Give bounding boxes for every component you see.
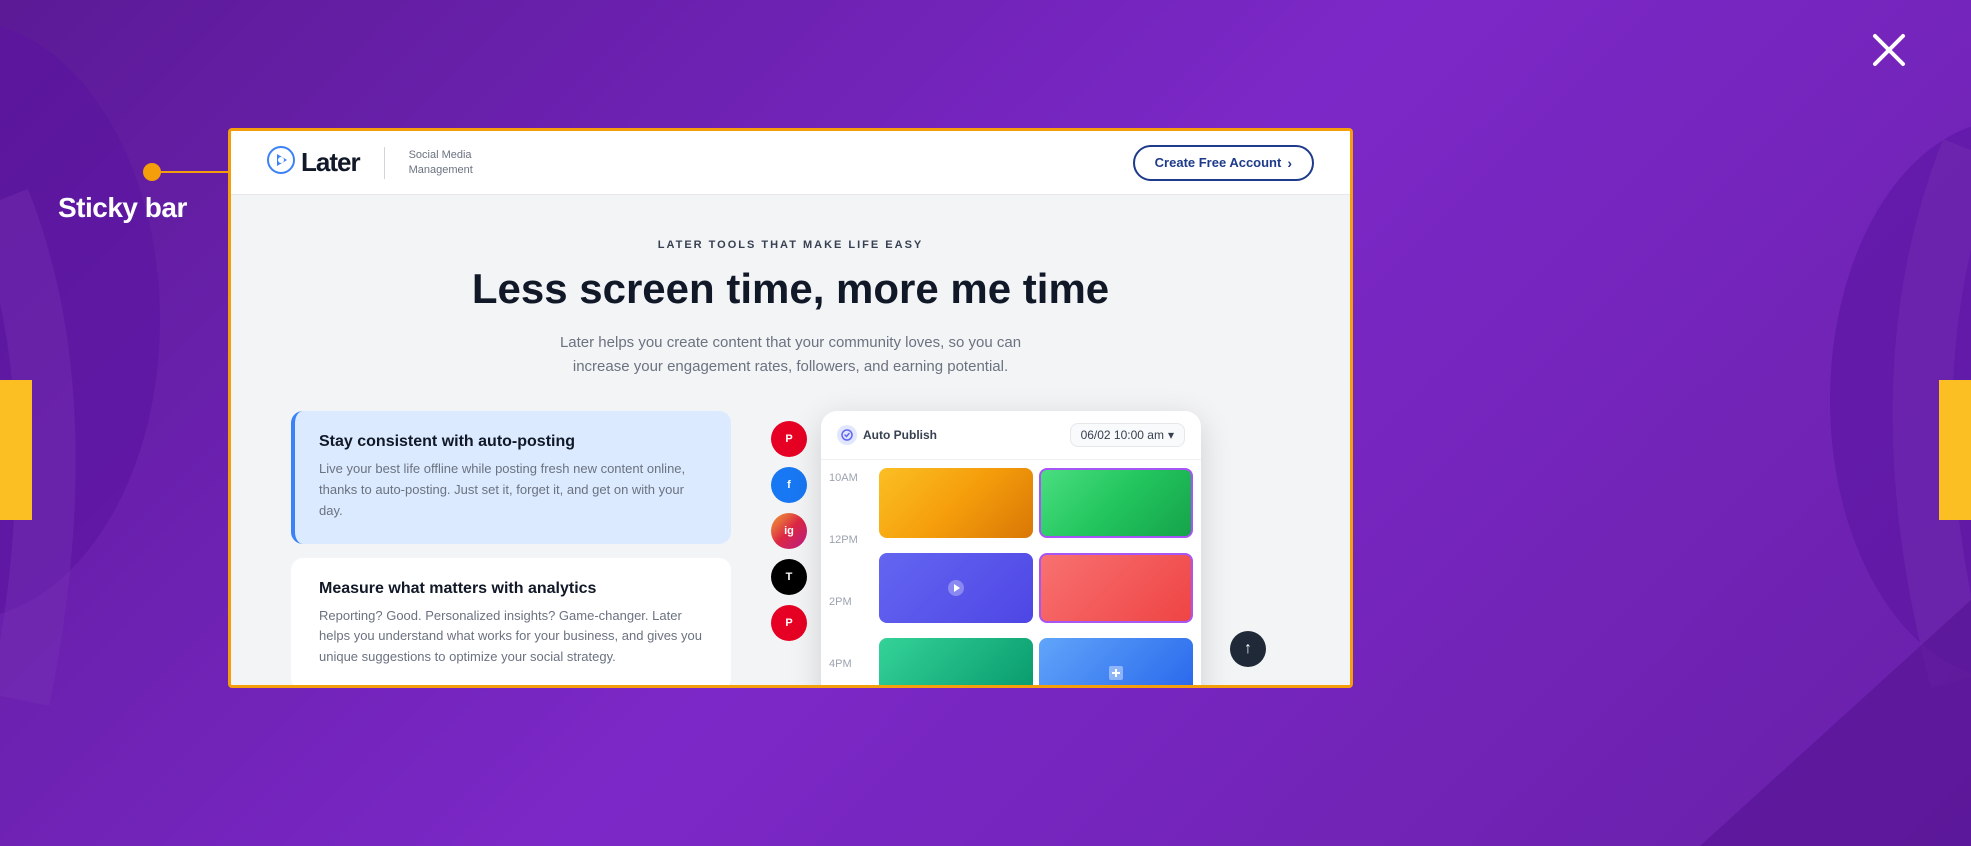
yellow-accent-bar-left	[0, 380, 32, 520]
sticky-bar-annotation: Sticky bar	[58, 192, 187, 224]
date-label: 06/02 10:00 am	[1081, 428, 1164, 442]
social-icon-pinterest: P	[771, 421, 807, 457]
date-badge[interactable]: 06/02 10:00 am ▾	[1070, 423, 1185, 447]
auto-publish-badge: Auto Publish	[837, 425, 937, 445]
feature-card-description: Live your best life offline while postin…	[319, 459, 707, 521]
auto-publish-label: Auto Publish	[863, 428, 937, 442]
yellow-accent-bar-right	[1939, 380, 1971, 520]
feature-card-description: Reporting? Good. Personalized insights? …	[319, 606, 707, 668]
social-icon-tiktok: T	[771, 559, 807, 595]
scheduled-image-5	[879, 638, 1033, 685]
logo-text: Later	[301, 147, 360, 178]
feature-card-analytics[interactable]: Measure what matters with analytics Repo…	[291, 558, 731, 685]
scheduled-image-6	[1039, 638, 1193, 685]
app-mockup: P f ig T P	[771, 411, 1290, 685]
close-icon[interactable]	[1867, 28, 1911, 77]
annotation-line	[152, 171, 230, 173]
scheduled-image-2	[1039, 468, 1193, 538]
logo-subtitle: Social Media Management	[409, 148, 473, 177]
scroll-up-button[interactable]: ↑	[1230, 631, 1266, 667]
main-content: LATER TOOLS THAT MAKE LIFE EASY Less scr…	[231, 195, 1350, 685]
feature-cards: Stay consistent with auto-posting Live y…	[291, 411, 731, 685]
hero-section: LATER TOOLS THAT MAKE LIFE EASY Less scr…	[231, 195, 1350, 411]
create-free-account-button[interactable]: Create Free Account ›	[1133, 145, 1314, 181]
logo-arrow-icon	[267, 146, 295, 180]
browser-frame: Later Social Media Management Create Fre…	[228, 128, 1353, 688]
images-grid	[871, 460, 1201, 685]
feature-card-title: Measure what matters with analytics	[319, 580, 707, 598]
social-icons-column: P f ig T P	[771, 421, 807, 641]
time-slot-10am: 10AM	[821, 468, 871, 530]
hero-title: Less screen time, more me time	[291, 265, 1290, 313]
logo-area: Later Social Media Management	[267, 146, 473, 180]
logo-icon: Later	[267, 146, 360, 180]
scheduler-grid: 10AM 12PM 2PM 4PM	[821, 460, 1201, 685]
scheduled-image-4	[1039, 553, 1193, 623]
logo-divider	[384, 147, 385, 179]
navbar: Later Social Media Management Create Fre…	[231, 131, 1350, 195]
hero-subtitle: Later helps you create content that your…	[531, 331, 1051, 379]
features-area: Stay consistent with auto-posting Live y…	[231, 411, 1350, 685]
scheduled-image-3	[879, 553, 1033, 623]
chevron-right-icon: ›	[1287, 155, 1292, 171]
cta-label: Create Free Account	[1155, 155, 1282, 170]
time-slot-12pm: 12PM	[821, 530, 871, 592]
time-column: 10AM 12PM 2PM 4PM	[821, 460, 871, 685]
scheduler-card: Auto Publish 06/02 10:00 am ▾ 10AM 12PM …	[821, 411, 1201, 685]
chevron-down-icon: ▾	[1168, 428, 1174, 442]
time-slot-4pm: 4PM	[821, 654, 871, 685]
feature-card-title: Stay consistent with auto-posting	[319, 433, 707, 451]
hero-eyebrow: LATER TOOLS THAT MAKE LIFE EASY	[291, 239, 1290, 251]
feature-card-auto-posting[interactable]: Stay consistent with auto-posting Live y…	[291, 411, 731, 543]
auto-publish-icon	[837, 425, 857, 445]
social-icon-facebook: f	[771, 467, 807, 503]
social-icon-pinterest2: P	[771, 605, 807, 641]
social-icon-instagram: ig	[771, 513, 807, 549]
time-slot-2pm: 2PM	[821, 592, 871, 654]
scheduler-header: Auto Publish 06/02 10:00 am ▾	[821, 411, 1201, 460]
scheduled-image-1	[879, 468, 1033, 538]
